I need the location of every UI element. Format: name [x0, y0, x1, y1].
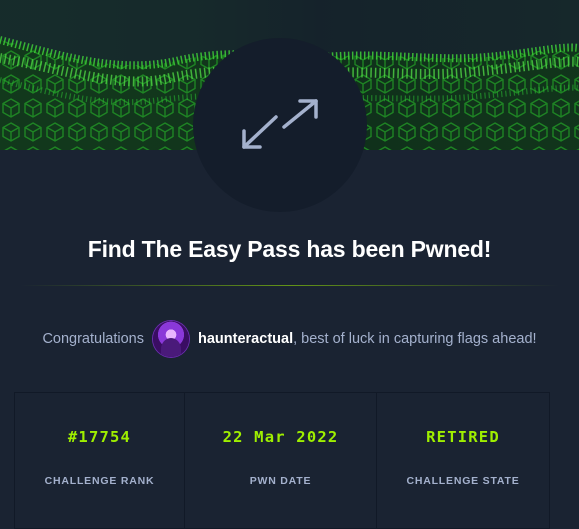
challenge-rank-label: CHALLENGE RANK	[44, 475, 155, 487]
congratulations-message: Congratulations haunteractual , best of …	[0, 320, 579, 358]
page-title: Find The Easy Pass has been Pwned!	[87, 236, 492, 262]
challenge-rank-value: #17754	[67, 428, 132, 446]
stats-panel: #17754 CHALLENGE RANK 22 Mar 2022 PWN DA…	[14, 392, 550, 529]
challenge-state-label: CHALLENGE STATE	[406, 475, 520, 487]
expand-arrows-icon	[242, 99, 318, 149]
stat-pwn-date: 22 Mar 2022 PWN DATE	[185, 393, 377, 528]
challenge-state-value: RETIRED	[426, 428, 500, 446]
stat-challenge-rank: #17754 CHALLENGE RANK	[15, 393, 185, 528]
user-avatar[interactable]	[153, 321, 190, 357]
challenge-icon-circle	[193, 38, 367, 212]
username-link[interactable]: haunteractual	[198, 331, 293, 347]
pwn-date-value: 22 Mar 2022	[222, 428, 339, 446]
stat-challenge-state: RETIRED CHALLENGE STATE	[377, 393, 549, 528]
congrats-prefix: Congratulations	[42, 331, 145, 347]
congrats-suffix: , best of luck in capturing flags ahead!	[293, 331, 537, 347]
pwn-date-label: PWN DATE	[249, 475, 312, 487]
divider	[20, 285, 559, 286]
